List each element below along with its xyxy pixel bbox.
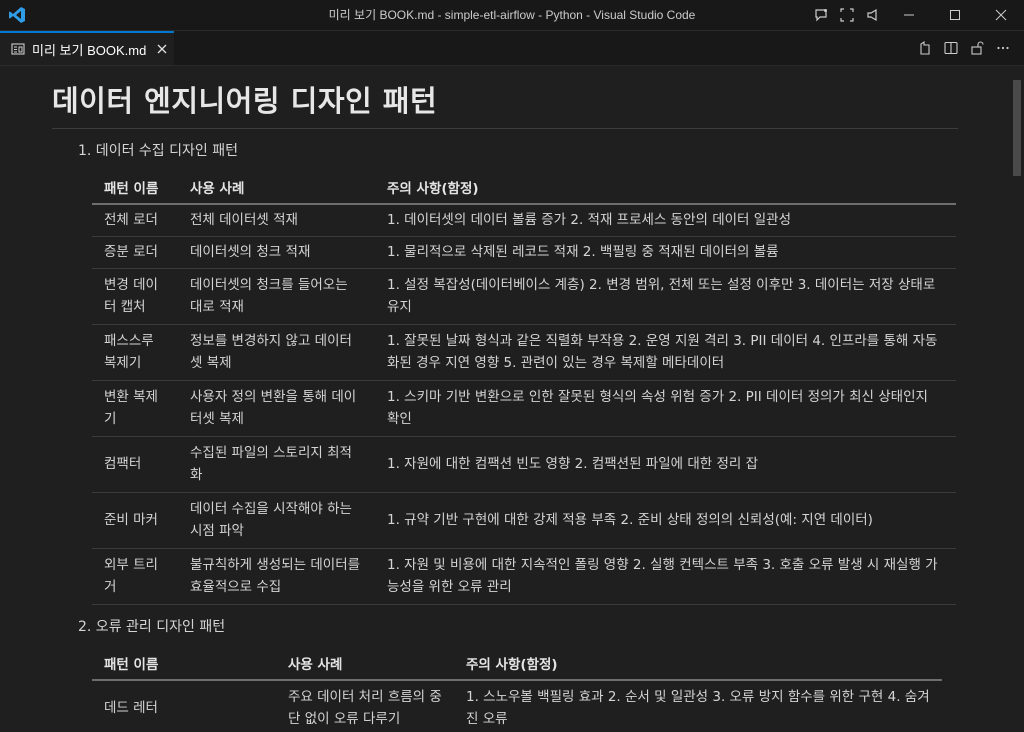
close-icon[interactable] xyxy=(978,0,1024,30)
section-heading-error-management: 2. 오류 관리 디자인 패턴 xyxy=(78,619,226,635)
section-heading-ingestion: 1. 데이터 수집 디자인 패턴 xyxy=(78,143,238,159)
column-header: 주의 사항(함정) xyxy=(454,646,942,681)
pattern-name-cell: 데드 레터 xyxy=(92,680,276,732)
maximize-icon[interactable] xyxy=(932,0,978,30)
tab-bar: 미리 보기 BOOK.md xyxy=(0,31,1024,66)
markdown-preview[interactable]: 데이터 엔지니어링 디자인 패턴 1. 데이터 수집 디자인 패턴 패턴 이름 … xyxy=(0,66,1024,732)
use-case-cell: 주요 데이터 처리 흐름의 중단 없이 오류 다루기 xyxy=(276,680,454,732)
pattern-name-cell: 변경 데이터 캡처 xyxy=(92,268,178,325)
minimize-icon[interactable] xyxy=(886,0,932,30)
scrollbar-thumb[interactable] xyxy=(1013,80,1021,176)
table-row: 전체 로더 전체 데이터셋 적재 1. 데이터셋의 데이터 볼륨 증가 2. 적… xyxy=(92,204,956,237)
pitfalls-cell: 1. 잘못된 날짜 형식과 같은 직렬화 부작용 2. 운영 지원 격리 3. … xyxy=(375,324,956,381)
error-pattern-table: 패턴 이름 사용 사례 주의 사항(함정) 데드 레터 주요 데이터 처리 흐름… xyxy=(92,646,942,732)
pitfalls-cell: 1. 물리적으로 삭제된 레코드 적재 2. 백필링 중 적재된 데이터의 볼륨 xyxy=(375,236,956,269)
table-row: 데드 레터 주요 데이터 처리 흐름의 중단 없이 오류 다루기 1. 스노우볼… xyxy=(92,680,942,732)
use-case-cell: 데이터셋의 청크를 들어오는 대로 적재 xyxy=(178,268,375,325)
pattern-name-cell: 준비 마커 xyxy=(92,492,178,549)
column-header: 패턴 이름 xyxy=(92,170,178,205)
pattern-name-cell: 패스스루 복제기 xyxy=(92,324,178,381)
table-row: 컴팩터 수집된 파일의 스토리지 최적화 1. 자원에 대한 컴팩션 빈도 영향… xyxy=(92,436,956,493)
table-header-row: 패턴 이름 사용 사례 주의 사항(함정) xyxy=(92,170,956,205)
split-editor-icon[interactable] xyxy=(938,36,964,60)
use-case-cell: 정보를 변경하지 않고 데이터셋 복제 xyxy=(178,324,375,381)
pitfalls-cell: 1. 자원 및 비용에 대한 지속적인 폴링 영향 2. 실행 컨텍스트 부족 … xyxy=(375,548,956,605)
tab-close-icon[interactable] xyxy=(154,41,170,57)
pitfalls-cell: 1. 설정 복잡성(데이터베이스 계층) 2. 변경 범위, 전체 또는 설정 … xyxy=(375,268,956,325)
vertical-scrollbar[interactable] xyxy=(1010,66,1024,732)
open-source-icon[interactable] xyxy=(912,36,938,60)
column-header: 사용 사례 xyxy=(178,170,375,205)
page-title: 데이터 엔지니어링 디자인 패턴 xyxy=(52,78,958,129)
table-header-row: 패턴 이름 사용 사례 주의 사항(함정) xyxy=(92,646,942,681)
layout-icon[interactable] xyxy=(836,4,858,26)
pitfalls-cell: 1. 자원에 대한 컴팩션 빈도 영향 2. 컴팩션된 파일에 대한 정리 잡 xyxy=(375,436,956,493)
table-row: 준비 마커 데이터 수집을 시작해야 하는 시점 파악 1. 규약 기반 구현에… xyxy=(92,492,956,549)
table-row: 패스스루 복제기 정보를 변경하지 않고 데이터셋 복제 1. 잘못된 날짜 형… xyxy=(92,324,956,381)
tab-preview-book[interactable]: 미리 보기 BOOK.md xyxy=(0,31,174,65)
title-bar: 미리 보기 BOOK.md - simple-etl-airflow - Pyt… xyxy=(0,0,1024,31)
table-row: 외부 트리거 불규칙하게 생성되는 데이터를 효율적으로 수집 1. 자원 및 … xyxy=(92,548,956,605)
pattern-name-cell: 컴팩터 xyxy=(92,436,178,493)
pitfalls-cell: 1. 규약 기반 구현에 대한 강제 적용 부족 2. 준비 상태 정의의 신뢰… xyxy=(375,492,956,549)
ingestion-pattern-table: 패턴 이름 사용 사례 주의 사항(함정) 전체 로더 전체 데이터셋 적재 1… xyxy=(92,170,956,605)
pattern-name-cell: 외부 트리거 xyxy=(92,548,178,605)
use-case-cell: 불규칙하게 생성되는 데이터를 효율적으로 수집 xyxy=(178,548,375,605)
table-row: 변환 복제기 사용자 정의 변환을 통해 데이터셋 복제 1. 스키마 기반 변… xyxy=(92,380,956,437)
pitfalls-cell: 1. 스키마 기반 변환으로 인한 잘못된 형식의 속성 위험 증가 2. PI… xyxy=(375,380,956,437)
broadcast-icon[interactable] xyxy=(862,4,884,26)
column-header: 사용 사례 xyxy=(276,646,454,681)
preview-content: 데이터 엔지니어링 디자인 패턴 xyxy=(52,66,958,129)
use-case-cell: 데이터 수집을 시작해야 하는 시점 파악 xyxy=(178,492,375,549)
copilot-icon[interactable] xyxy=(810,4,832,26)
use-case-cell: 데이터셋의 청크 적재 xyxy=(178,236,375,269)
pattern-name-cell: 변환 복제기 xyxy=(92,380,178,437)
table-row: 변경 데이터 캡처 데이터셋의 청크를 들어오는 대로 적재 1. 설정 복잡성… xyxy=(92,268,956,325)
preview-icon xyxy=(10,41,26,57)
use-case-cell: 사용자 정의 변환을 통해 데이터셋 복제 xyxy=(178,380,375,437)
lock-icon[interactable] xyxy=(964,36,990,60)
column-header: 패턴 이름 xyxy=(92,646,276,681)
more-icon[interactable] xyxy=(990,36,1016,60)
pattern-name-cell: 전체 로더 xyxy=(92,204,178,237)
use-case-cell: 전체 데이터셋 적재 xyxy=(178,204,375,237)
pitfalls-cell: 1. 데이터셋의 데이터 볼륨 증가 2. 적재 프로세스 동안의 데이터 일관… xyxy=(375,204,956,237)
column-header: 주의 사항(함정) xyxy=(375,170,956,205)
table-row: 증분 로더 데이터셋의 청크 적재 1. 물리적으로 삭제된 레코드 적재 2.… xyxy=(92,236,956,269)
use-case-cell: 수집된 파일의 스토리지 최적화 xyxy=(178,436,375,493)
pitfalls-cell: 1. 스노우볼 백필링 효과 2. 순서 및 일관성 3. 오류 방지 함수를 … xyxy=(454,680,942,732)
tab-label: 미리 보기 BOOK.md xyxy=(32,42,147,58)
pattern-name-cell: 증분 로더 xyxy=(92,236,178,269)
